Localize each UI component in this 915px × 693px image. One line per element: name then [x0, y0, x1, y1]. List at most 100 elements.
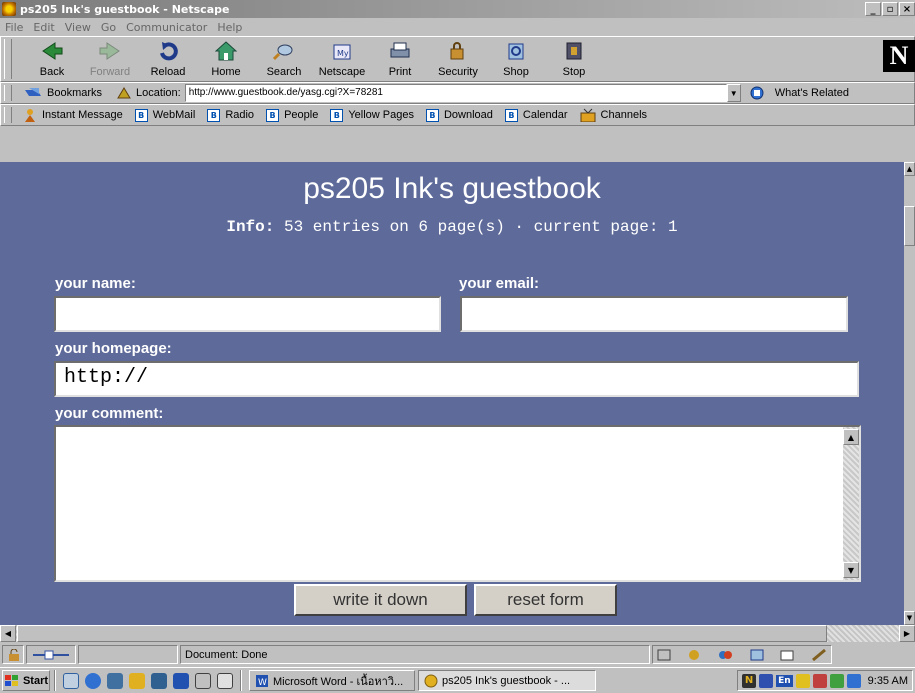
reload-button[interactable]: Reload — [139, 37, 197, 81]
svg-text:W: W — [258, 678, 267, 688]
menu-go[interactable]: Go — [96, 21, 121, 34]
task-netscape[interactable]: ps205 Ink's guestbook - ... — [418, 670, 596, 691]
tray-app-icon[interactable] — [795, 673, 810, 688]
close-button[interactable]: × — [899, 2, 915, 16]
menu-help[interactable]: Help — [212, 21, 247, 34]
forward-button[interactable]: Forward — [81, 37, 139, 81]
netscape-task-icon — [424, 674, 438, 687]
tray-app-icon[interactable] — [812, 673, 827, 688]
quicklaunch-app-icon[interactable] — [151, 672, 167, 689]
quicklaunch-app-icon[interactable] — [217, 672, 233, 689]
whats-related-button[interactable]: What's Related — [747, 85, 849, 101]
channels-label: Channels — [600, 109, 648, 121]
scroll-up-arrow-icon[interactable]: ▲ — [843, 429, 859, 445]
edit-pen-icon[interactable] — [811, 648, 827, 661]
search-button[interactable]: Search — [255, 37, 313, 81]
composer-icon[interactable] — [780, 649, 796, 661]
shop-button[interactable]: Shop — [487, 37, 545, 81]
quicklaunch-netscape-icon[interactable] — [129, 672, 145, 689]
security-status-icon[interactable] — [2, 645, 24, 664]
quicklaunch-desktop-icon[interactable] — [107, 672, 123, 689]
scroll-left-arrow-icon[interactable]: ◀ — [0, 625, 16, 642]
reload-label: Reload — [150, 66, 186, 78]
yellow-pages-link[interactable]: B Yellow Pages — [330, 108, 414, 122]
back-label: Back — [39, 66, 65, 78]
comment-scrollbar[interactable]: ▲ ▼ — [843, 427, 859, 580]
quicklaunch-ie-icon[interactable] — [85, 672, 101, 689]
page-scroll-up-arrow-icon[interactable]: ▲ — [904, 162, 915, 176]
quicklaunch-app-icon[interactable] — [195, 672, 211, 689]
start-button[interactable]: Start — [2, 670, 50, 691]
back-arrow-icon — [40, 40, 64, 62]
mail-icon[interactable] — [686, 649, 702, 661]
download-link[interactable]: B Download — [425, 108, 493, 122]
page-horizontal-scrollbar[interactable]: ◀ ▶ — [0, 625, 915, 642]
channels-link[interactable]: Channels — [580, 108, 647, 122]
email-input[interactable] — [460, 296, 848, 332]
navigator-icon[interactable] — [657, 649, 671, 661]
people-link[interactable]: B People — [266, 108, 318, 122]
whats-related-label: What's Related — [774, 87, 849, 99]
task-word[interactable]: W Microsoft Word - เนื้อหาวิ... — [249, 670, 415, 691]
page-content: ps205 Ink's guestbook Info: 53 entries o… — [0, 162, 904, 625]
page-vertical-scrollbar[interactable]: ▲ ▼ — [904, 162, 915, 625]
email-label: your email: — [459, 275, 540, 292]
print-button[interactable]: Print — [371, 37, 429, 81]
radio-link[interactable]: B Radio — [207, 108, 254, 122]
reset-button[interactable]: reset form — [474, 584, 617, 616]
print-label: Print — [388, 66, 412, 78]
bookmarks-button[interactable]: Bookmarks — [23, 86, 102, 100]
comment-label: your comment: — [55, 405, 164, 422]
menu-file[interactable]: File — [0, 21, 28, 34]
page-scroll-down-arrow-icon[interactable]: ▼ — [904, 611, 915, 625]
bookmarks-icon — [25, 88, 41, 96]
instant-message-link[interactable]: Instant Message — [23, 108, 123, 122]
windows-taskbar: Start W Microsoft Word - เนื้อหาวิ... ps… — [0, 667, 915, 693]
netscape-app-icon[interactable] — [2, 2, 16, 16]
submit-button[interactable]: write it down — [294, 584, 467, 616]
comment-textarea[interactable]: ▲ ▼ — [54, 425, 861, 582]
location-label: Location: — [136, 87, 181, 99]
bookmark-page-icon: B — [207, 108, 221, 122]
menu-communicator[interactable]: Communicator — [121, 21, 212, 34]
name-input[interactable] — [54, 296, 441, 332]
calendar-link[interactable]: B Calendar — [504, 108, 568, 122]
quicklaunch-app-icon[interactable] — [173, 672, 189, 689]
lock-icon — [446, 40, 470, 62]
url-dropdown-button[interactable]: ▼ — [726, 84, 741, 102]
scroll-right-arrow-icon[interactable]: ▶ — [899, 625, 915, 642]
homepage-input[interactable]: http:// — [54, 361, 859, 397]
toolbar-grip[interactable] — [4, 85, 12, 101]
page-scroll-thumb[interactable] — [904, 206, 915, 246]
horizontal-scroll-thumb[interactable] — [17, 625, 827, 642]
menu-view[interactable]: View — [60, 21, 96, 34]
back-button[interactable]: Back — [23, 37, 81, 81]
tray-app-icon[interactable] — [829, 673, 844, 688]
netscape-button[interactable]: My Netscape — [313, 37, 371, 81]
tray-network-icon[interactable] — [759, 673, 774, 688]
menu-edit[interactable]: Edit — [28, 21, 59, 34]
tray-netscape-icon[interactable]: N — [742, 673, 757, 688]
quicklaunch-outlook-icon[interactable] — [63, 672, 79, 689]
language-indicator[interactable]: En — [776, 674, 793, 687]
stop-button[interactable]: Stop — [545, 37, 603, 81]
info-label: Info: — [226, 218, 275, 236]
url-input[interactable]: http://www.guestbook.de/yasg.cgi?X=78281 — [184, 84, 727, 102]
toolbar-grip[interactable] — [4, 39, 12, 79]
maximize-button[interactable]: ▫ — [882, 2, 898, 16]
security-label: Security — [438, 66, 478, 78]
clock[interactable]: 9:35 AM — [868, 675, 908, 687]
security-button[interactable]: Security — [429, 37, 487, 81]
location-label-group: Location: — [116, 86, 181, 100]
forward-arrow-icon — [98, 40, 122, 62]
home-button[interactable]: Home — [197, 37, 255, 81]
minimize-button[interactable]: _ — [865, 2, 881, 16]
tray-app-icon[interactable] — [846, 673, 861, 688]
newsgroups-icon[interactable] — [717, 649, 733, 661]
toolbar-grip[interactable] — [4, 107, 12, 123]
calendar-label: Calendar — [522, 109, 568, 121]
scroll-down-arrow-icon[interactable]: ▼ — [843, 562, 859, 578]
netscape-logo[interactable]: N — [883, 40, 915, 72]
address-book-icon[interactable] — [749, 649, 765, 661]
webmail-link[interactable]: B WebMail — [134, 108, 195, 122]
